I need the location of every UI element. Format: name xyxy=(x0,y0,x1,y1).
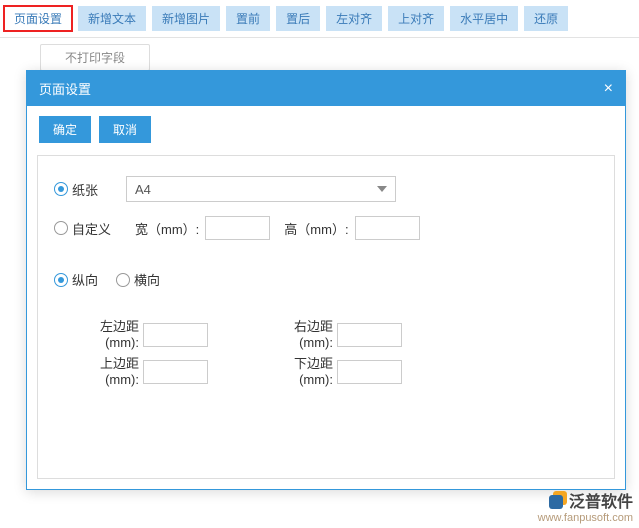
toolbar: 页面设置 新增文本 新增图片 置前 置后 左对齐 上对齐 水平居中 还原 xyxy=(0,0,639,38)
radio-unselected-icon xyxy=(54,221,68,235)
margin-col-right: 右边距(mm): 下边距(mm): xyxy=(278,319,402,387)
paper-row: 纸张 A4 xyxy=(54,176,598,202)
ok-button[interactable]: 确定 xyxy=(39,116,91,143)
watermark-brand: 泛普软件 xyxy=(538,488,633,512)
toolbar-align-left-button[interactable]: 左对齐 xyxy=(326,6,382,31)
chevron-down-icon xyxy=(377,186,387,192)
margin-bottom-input[interactable] xyxy=(337,360,402,384)
toolbar-bring-front-button[interactable]: 置前 xyxy=(226,6,270,31)
toolbar-add-text-button[interactable]: 新增文本 xyxy=(78,6,146,31)
margin-right-label: 右边距(mm): xyxy=(278,319,333,350)
subtab-no-print-fields[interactable]: 不打印字段 xyxy=(40,44,150,71)
fanpu-logo-icon xyxy=(549,491,567,509)
margin-top-label: 上边距(mm): xyxy=(84,356,139,387)
margin-top-input[interactable] xyxy=(143,360,208,384)
portrait-radio[interactable]: 纵向 xyxy=(54,270,98,289)
height-label: 高（mm）: xyxy=(284,219,348,238)
watermark-brand-text: 泛普软件 xyxy=(569,488,633,512)
portrait-label: 纵向 xyxy=(72,270,98,289)
toolbar-send-back-button[interactable]: 置后 xyxy=(276,6,320,31)
margin-left-input[interactable] xyxy=(143,323,208,347)
toolbar-align-top-button[interactable]: 上对齐 xyxy=(388,6,444,31)
dialog-body: 纸张 A4 自定义 宽（mm）: 高（mm）: 纵向 xyxy=(37,155,615,479)
radio-unselected-icon xyxy=(116,273,130,287)
toolbar-center-horiz-button[interactable]: 水平居中 xyxy=(450,6,518,31)
orientation-row: 纵向 横向 xyxy=(54,270,598,289)
margin-col-left: 左边距(mm): 上边距(mm): xyxy=(84,319,208,387)
watermark-url: www.fanpusoft.com xyxy=(538,512,633,524)
custom-row: 自定义 宽（mm）: 高（mm）: xyxy=(54,216,598,240)
toolbar-add-image-button[interactable]: 新增图片 xyxy=(152,6,220,31)
custom-radio-label: 自定义 xyxy=(72,219,111,238)
radio-selected-icon xyxy=(54,273,68,287)
dialog-title-text: 页面设置 xyxy=(39,79,91,98)
height-input[interactable] xyxy=(355,216,420,240)
paper-size-select[interactable]: A4 xyxy=(126,176,396,202)
radio-selected-icon xyxy=(54,182,68,196)
margin-bottom-label: 下边距(mm): xyxy=(278,356,333,387)
dialog-titlebar: 页面设置 × xyxy=(27,71,625,106)
landscape-label: 横向 xyxy=(134,270,160,289)
page-setup-dialog: 页面设置 × 确定 取消 纸张 A4 自定义 宽（mm）: 高（mm）: xyxy=(26,70,626,490)
watermark: 泛普软件 www.fanpusoft.com xyxy=(538,488,633,524)
paper-radio-label: 纸张 xyxy=(72,180,98,199)
cancel-button[interactable]: 取消 xyxy=(99,116,151,143)
toolbar-restore-button[interactable]: 还原 xyxy=(524,6,568,31)
width-input[interactable] xyxy=(205,216,270,240)
dialog-actions: 确定 取消 xyxy=(27,106,625,149)
paper-radio[interactable]: 纸张 xyxy=(54,180,98,199)
toolbar-page-setup-button[interactable]: 页面设置 xyxy=(4,6,72,31)
width-label: 宽（mm）: xyxy=(135,219,199,238)
margin-left-label: 左边距(mm): xyxy=(84,319,139,350)
landscape-radio[interactable]: 横向 xyxy=(116,270,160,289)
paper-size-value: A4 xyxy=(135,182,151,197)
margin-right-input[interactable] xyxy=(337,323,402,347)
close-icon[interactable]: × xyxy=(604,81,613,97)
custom-radio[interactable]: 自定义 xyxy=(54,219,111,238)
margin-grid: 左边距(mm): 上边距(mm): 右边距(mm): 下边距(mm): xyxy=(54,319,598,387)
